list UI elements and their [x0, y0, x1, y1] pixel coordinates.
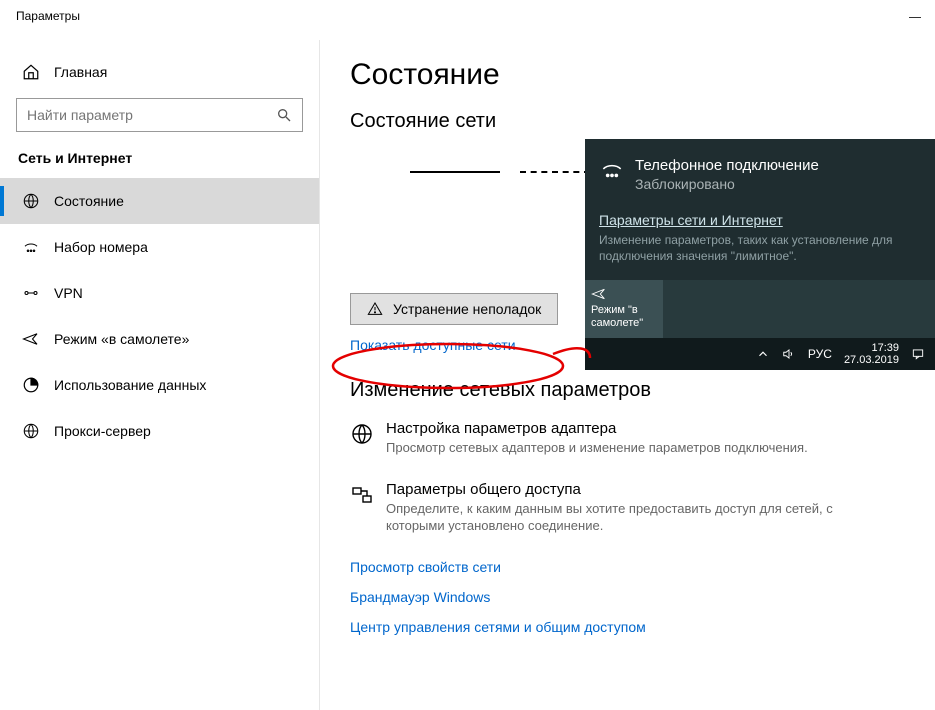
sidebar-item-airplane[interactable]: Режим «в самолете» — [0, 316, 319, 362]
flyout-settings-desc: Изменение параметров, таких как установл… — [599, 232, 921, 264]
flyout-conn-title: Телефонное подключение — [635, 157, 819, 174]
sidebar-item-proxy[interactable]: Прокси-сервер — [0, 408, 319, 454]
sidebar-search[interactable] — [16, 98, 303, 132]
chevron-up-icon[interactable] — [756, 347, 770, 361]
dialup-icon — [599, 157, 625, 183]
window-titlebar: Параметры — [0, 0, 935, 32]
sidebar-item-label: Прокси-сервер — [54, 423, 151, 439]
sidebar-item-label: Набор номера — [54, 239, 148, 255]
sidebar-item-vpn[interactable]: VPN — [0, 270, 319, 316]
globe-icon — [22, 192, 40, 210]
volume-icon[interactable] — [782, 347, 796, 361]
language-indicator[interactable]: РУС — [808, 347, 832, 361]
tray-date: 27.03.2019 — [844, 354, 899, 367]
dialup-icon — [22, 238, 40, 256]
troubleshoot-label: Устранение неполадок — [393, 301, 541, 317]
globe-icon — [350, 422, 374, 446]
search-input[interactable] — [27, 107, 276, 123]
airplane-icon — [22, 330, 40, 348]
network-properties-link[interactable]: Просмотр свойств сети — [350, 559, 905, 575]
taskbar-tray: РУС 17:39 27.03.2019 — [585, 338, 935, 370]
diagram-line-solid — [410, 171, 500, 173]
network-flyout: Телефонное подключение Заблокировано Пар… — [585, 139, 935, 370]
proxy-icon — [22, 422, 40, 440]
firewall-link[interactable]: Брандмауэр Windows — [350, 589, 905, 605]
search-icon — [276, 107, 292, 123]
flyout-settings-link[interactable]: Параметры сети и Интернет — [599, 212, 783, 228]
sidebar-item-label: VPN — [54, 285, 83, 301]
troubleshoot-button[interactable]: Устранение неполадок — [350, 293, 558, 325]
action-center-icon[interactable] — [911, 347, 925, 361]
sidebar-section-title: Сеть и Интернет — [0, 150, 319, 166]
adapter-title: Настройка параметров адаптера — [386, 420, 808, 437]
vpn-icon — [22, 284, 40, 302]
minimize-icon[interactable] — [909, 6, 921, 18]
sidebar-item-label: Режим «в самолете» — [54, 331, 189, 347]
tray-clock[interactable]: 17:39 27.03.2019 — [844, 342, 899, 367]
window-title: Параметры — [16, 9, 80, 23]
sidebar-item-datausage[interactable]: Использование данных — [0, 362, 319, 408]
flyout-conn-status: Заблокировано — [635, 176, 819, 192]
adapter-settings-row[interactable]: Настройка параметров адаптера Просмотр с… — [350, 420, 850, 457]
sharing-icon — [350, 483, 374, 507]
diagram-line-dashed — [520, 171, 590, 173]
home-icon — [22, 63, 40, 81]
warning-icon — [367, 301, 383, 317]
page-title: Состояние — [350, 58, 905, 92]
sidebar-item-dialup[interactable]: Набор номера — [0, 224, 319, 270]
section-subtitle: Состояние сети — [350, 110, 905, 133]
flyout-tile-label: Режим "в самолете" — [591, 304, 657, 329]
sharing-center-link[interactable]: Центр управления сетями и общим доступом — [350, 619, 905, 635]
flyout-connection[interactable]: Телефонное подключение Заблокировано — [585, 139, 935, 206]
sharing-settings-row[interactable]: Параметры общего доступа Определите, к к… — [350, 481, 850, 535]
sidebar-home-label: Главная — [54, 64, 107, 80]
flyout-tiles: Режим "в самолете" — [585, 280, 935, 338]
sidebar-item-status[interactable]: Состояние — [0, 178, 319, 224]
sharing-title: Параметры общего доступа — [386, 481, 850, 498]
sidebar-home[interactable]: Главная — [0, 52, 319, 92]
sidebar-item-label: Использование данных — [54, 377, 206, 393]
tray-time: 17:39 — [844, 342, 899, 355]
change-settings-heading: Изменение сетевых параметров — [350, 379, 905, 402]
flyout-tile-airplane[interactable]: Режим "в самолете" — [585, 280, 663, 338]
data-usage-icon — [22, 376, 40, 394]
airplane-icon — [591, 286, 607, 302]
settings-sidebar: Главная Сеть и Интернет Состояние Набор … — [0, 40, 320, 710]
sharing-desc: Определите, к каким данным вы хотите пре… — [386, 500, 850, 535]
sidebar-item-label: Состояние — [54, 193, 124, 209]
adapter-desc: Просмотр сетевых адаптеров и изменение п… — [386, 439, 808, 457]
